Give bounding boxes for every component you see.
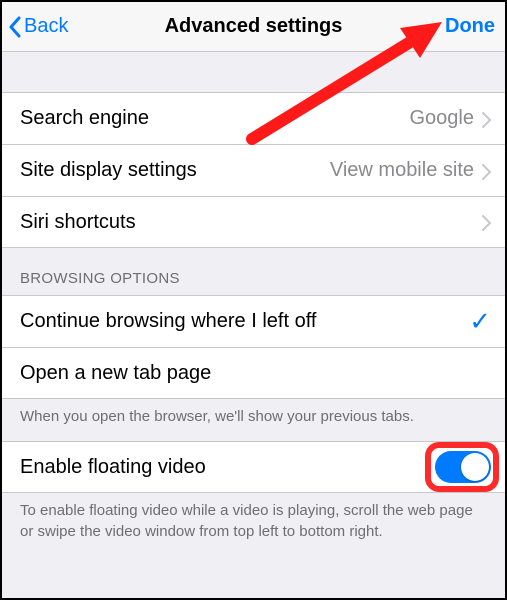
spacer [2, 52, 505, 92]
chevron-left-icon [8, 16, 22, 38]
back-button[interactable]: Back [8, 15, 68, 38]
row-siri-shortcuts[interactable]: Siri shortcuts [2, 196, 505, 248]
row-search-engine[interactable]: Search engine Google [2, 92, 505, 144]
checkmark-icon: ✓ [469, 306, 491, 337]
row-value: View mobile site [330, 159, 474, 182]
back-label: Back [24, 15, 68, 38]
section-footer-floating: To enable floating video while a video i… [2, 493, 505, 556]
row-label: Enable floating video [20, 456, 435, 479]
row-site-display[interactable]: Site display settings View mobile site [2, 144, 505, 196]
row-open-new-tab[interactable]: Open a new tab page [2, 347, 505, 399]
row-label: Site display settings [20, 159, 330, 182]
row-label: Siri shortcuts [20, 211, 482, 234]
settings-group-browsing: Continue browsing where I left off ✓ Ope… [2, 295, 505, 399]
row-label: Search engine [20, 107, 410, 130]
section-header-browsing: BROWSING OPTIONS [2, 248, 505, 295]
done-button[interactable]: Done [445, 15, 495, 38]
row-enable-floating-video[interactable]: Enable floating video [2, 441, 505, 493]
settings-group-floating: Enable floating video [2, 441, 505, 493]
row-value: Google [410, 107, 475, 130]
page-title: Advanced settings [2, 15, 505, 38]
chevron-right-icon [482, 111, 491, 127]
toggle-knob [461, 453, 489, 481]
section-footer-browsing: When you open the browser, we'll show yo… [2, 399, 505, 441]
navbar: Back Advanced settings Done [2, 2, 505, 52]
row-label: Open a new tab page [20, 362, 491, 385]
row-label: Continue browsing where I left off [20, 310, 469, 333]
chevron-right-icon [482, 214, 491, 230]
row-continue-browsing[interactable]: Continue browsing where I left off ✓ [2, 295, 505, 347]
chevron-right-icon [482, 163, 491, 179]
settings-group-general: Search engine Google Site display settin… [2, 92, 505, 248]
floating-video-toggle[interactable] [435, 451, 491, 483]
